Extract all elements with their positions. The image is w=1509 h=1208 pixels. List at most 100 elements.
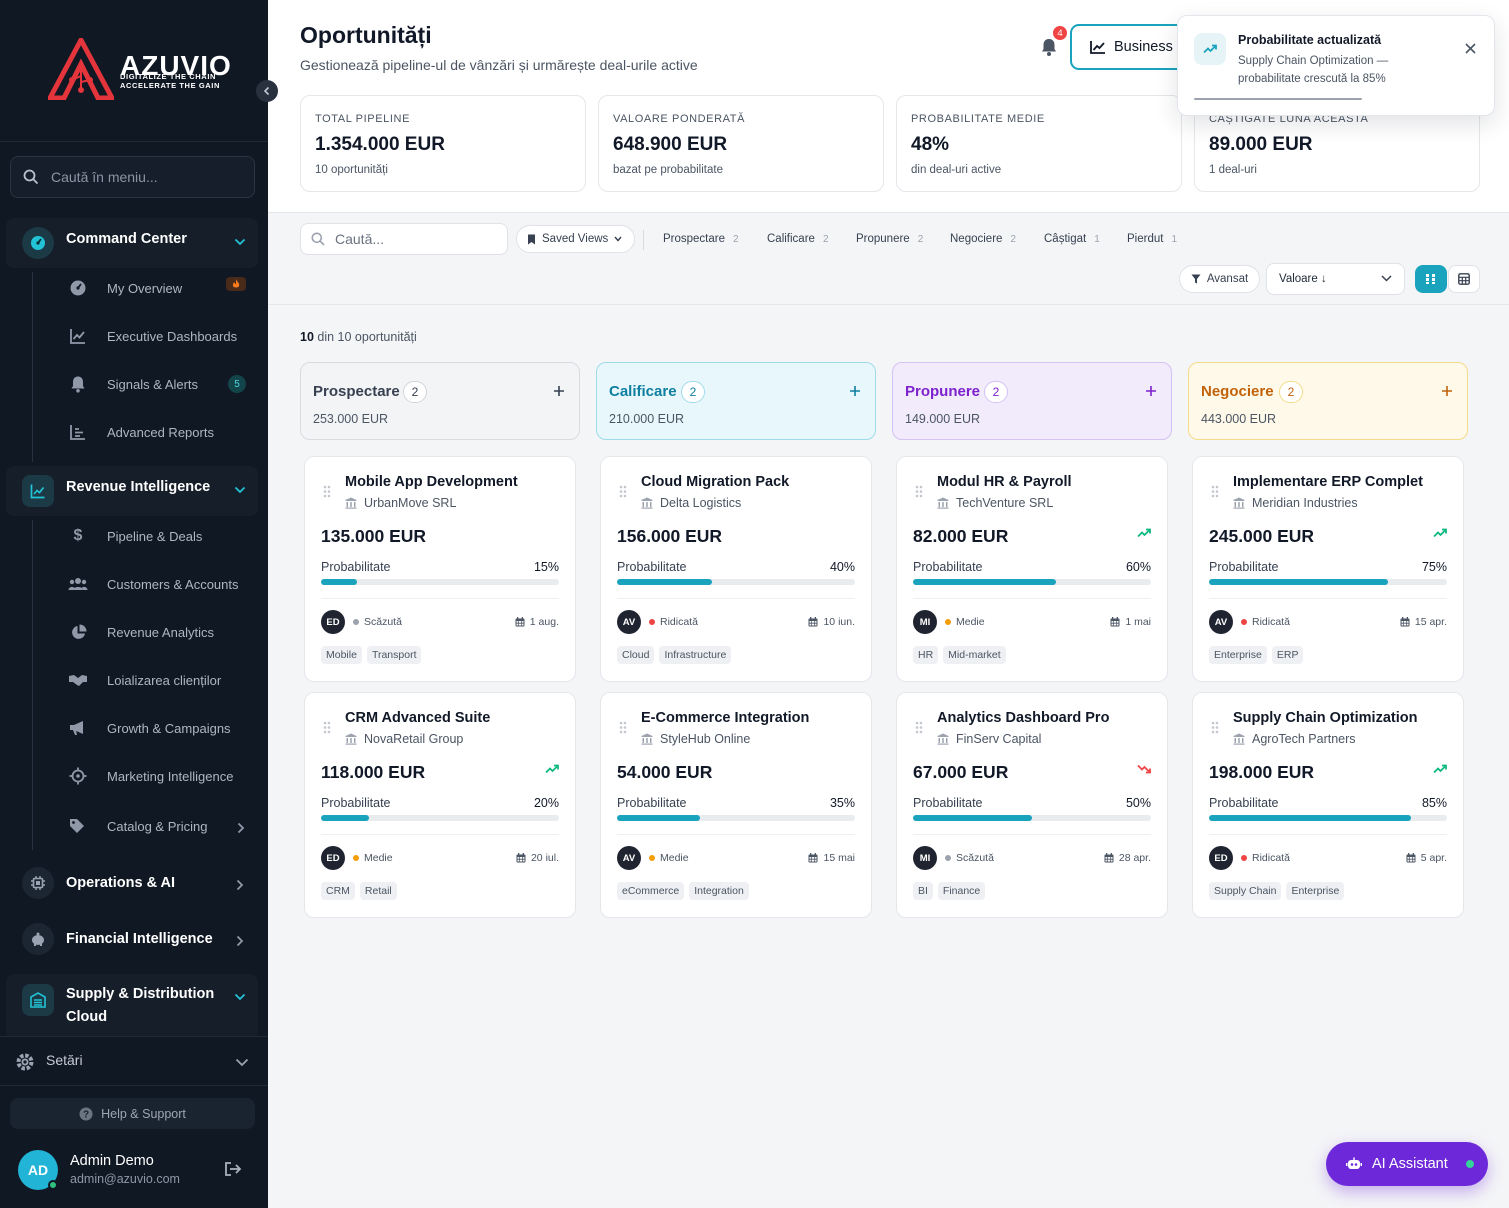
tag[interactable]: Enterprise <box>1209 646 1267 664</box>
sidebar-item-loializarea-clientilor[interactable]: Loializarea clienților <box>0 660 268 700</box>
filter-chip-pierdut[interactable]: Pierdut 1 <box>1127 233 1177 245</box>
probability-label: Probabilitate <box>1209 796 1279 810</box>
drag-handle-icon[interactable] <box>915 485 923 498</box>
avatar[interactable]: AV <box>617 610 641 634</box>
avatar[interactable]: ED <box>1209 846 1233 870</box>
opportunity-card[interactable]: Cloud Migration Pack Delta Logistics 156.0… <box>600 456 872 682</box>
priority-indicator: Medie <box>649 852 689 864</box>
opportunity-title[interactable]: Implementare ERP Complet <box>1233 474 1448 490</box>
tag[interactable]: Retail <box>359 882 397 900</box>
avatar[interactable]: AV <box>617 846 641 870</box>
sidebar-item-advanced-reports[interactable]: Advanced Reports <box>0 412 268 452</box>
priority-dot-icon <box>945 619 951 625</box>
business-view-button[interactable]: Business <box>1070 24 1190 70</box>
collapse-sidebar-button[interactable] <box>256 80 278 102</box>
kpi-label: TOTAL PIPELINE <box>315 113 411 125</box>
opportunity-title[interactable]: Modul HR & Payroll <box>937 474 1152 490</box>
opportunity-title[interactable]: E-Commerce Integration <box>641 710 856 726</box>
sidebar-item-customers-accounts[interactable]: Customers & Accounts <box>0 564 268 604</box>
avatar[interactable]: AV <box>1209 610 1233 634</box>
sidebar-item-revenue-analytics[interactable]: Revenue Analytics <box>0 612 268 652</box>
add-opportunity-button[interactable] <box>553 385 565 397</box>
opportunity-card[interactable]: Supply Chain Optimization AgroTech Partne… <box>1192 692 1464 918</box>
opportunity-card[interactable]: Analytics Dashboard Pro FinServ Capital 67… <box>896 692 1168 918</box>
tag[interactable]: CRM <box>321 882 355 900</box>
tag[interactable]: Enterprise <box>1286 882 1345 900</box>
opportunity-title[interactable]: CRM Advanced Suite <box>345 710 560 726</box>
sidebar-item-growth-campaigns[interactable]: Growth & Campaigns <box>0 708 268 748</box>
column-header-negociere: Negociere 2 443.000 EUR <box>1188 362 1468 440</box>
logout-button[interactable] <box>224 1161 242 1177</box>
kpi-card-total-pipeline: TOTAL PIPELINE 1.354.000 EUR 10 oportuni… <box>300 95 586 192</box>
sidebar-item-catalog-pricing[interactable]: Catalog & Pricing <box>0 806 268 846</box>
tag[interactable]: HR <box>913 646 939 664</box>
opportunity-title[interactable]: Mobile App Development <box>345 474 560 490</box>
drag-handle-icon[interactable] <box>1211 485 1219 498</box>
drag-handle-icon[interactable] <box>323 721 331 734</box>
tag[interactable]: Finance <box>937 882 986 900</box>
nav-group-operations-ai[interactable]: Operations & AI <box>6 858 258 908</box>
tag[interactable]: Integration <box>689 882 749 900</box>
tag[interactable]: ERP <box>1271 646 1304 664</box>
help-support-button[interactable]: ? Help & Support <box>10 1098 255 1129</box>
avatar[interactable]: MI <box>913 846 937 870</box>
opportunity-title[interactable]: Cloud Migration Pack <box>641 474 856 490</box>
tag[interactable]: Mobile <box>321 646 362 664</box>
nav-group-label: Command Center <box>66 231 187 247</box>
tag[interactable]: Supply Chain <box>1209 882 1282 900</box>
drag-handle-icon[interactable] <box>915 721 923 734</box>
opportunity-title[interactable]: Analytics Dashboard Pro <box>937 710 1152 726</box>
tag[interactable]: Infrastructure <box>659 646 732 664</box>
probability-label: Probabilitate <box>913 796 983 810</box>
filter-chip-castigat[interactable]: Câștigat 1 <box>1044 233 1100 245</box>
due-date: 1 aug. <box>515 616 559 628</box>
nav-group-financial-intelligence[interactable]: Financial Intelligence <box>6 914 258 964</box>
drag-handle-icon[interactable] <box>1211 721 1219 734</box>
opportunity-card[interactable]: E-Commerce Integration StyleHub Online 54.… <box>600 692 872 918</box>
close-toast-button[interactable] <box>1465 43 1476 54</box>
sort-select[interactable]: Valoare ↓ <box>1266 263 1405 295</box>
sidebar-item-pipeline-deals[interactable]: $ Pipeline & Deals <box>0 516 268 556</box>
drag-handle-icon[interactable] <box>619 485 627 498</box>
filter-chip-prospectare[interactable]: Prospectare 2 <box>663 233 739 245</box>
tag[interactable]: Mid-market <box>943 646 1006 664</box>
menu-search-input[interactable]: Caută în meniu... <box>10 156 255 198</box>
tag[interactable]: Cloud <box>617 646 655 664</box>
opportunity-card[interactable]: Implementare ERP Complet Meridian Industr… <box>1192 456 1464 682</box>
add-opportunity-button[interactable] <box>1145 385 1157 397</box>
filter-chip-propunere[interactable]: Propunere 2 <box>856 233 923 245</box>
drag-handle-icon[interactable] <box>323 485 331 498</box>
tag[interactable]: BI <box>913 882 933 900</box>
sidebar-item-marketing-intelligence[interactable]: Marketing Intelligence <box>0 756 268 796</box>
brand-tagline: DIGITALIZE THE CHAIN ACCELERATE THE GAIN <box>120 72 221 90</box>
nav-group-command-center[interactable]: Command Center <box>6 218 258 268</box>
filter-chip-negociere[interactable]: Negociere 2 <box>950 233 1016 245</box>
tag[interactable]: Transport <box>366 646 422 664</box>
add-opportunity-button[interactable] <box>1441 385 1453 397</box>
opportunity-search-input[interactable]: Caută... <box>300 223 508 255</box>
sidebar-item-label: My Overview <box>107 280 183 296</box>
settings-menu[interactable]: Setări <box>0 1036 268 1086</box>
avatar[interactable]: MI <box>913 610 937 634</box>
drag-handle-icon[interactable] <box>619 721 627 734</box>
probability-label: Probabilitate <box>617 560 687 574</box>
column-name: Calificare <box>609 383 677 400</box>
logo[interactable]: AZUVIO DIGITALIZE THE CHAIN ACCELERATE TH… <box>0 0 268 142</box>
sidebar-item-executive-dashboards[interactable]: Executive Dashboards <box>0 316 268 356</box>
avatar[interactable]: ED <box>321 610 345 634</box>
opportunity-card[interactable]: Modul HR & Payroll TechVenture SRL 82.000 … <box>896 456 1168 682</box>
table-view-toggle[interactable] <box>1448 265 1480 293</box>
ai-assistant-button[interactable]: AI Assistant <box>1326 1142 1488 1186</box>
add-opportunity-button[interactable] <box>849 385 861 397</box>
kanban-view-toggle[interactable] <box>1415 265 1447 293</box>
opportunity-card[interactable]: CRM Advanced Suite NovaRetail Group 118.00… <box>304 692 576 918</box>
tag[interactable]: eCommerce <box>617 882 685 900</box>
opportunity-title[interactable]: Supply Chain Optimization <box>1233 710 1448 726</box>
nav-group-revenue-intelligence[interactable]: Revenue Intelligence <box>6 466 258 516</box>
nav-group-supply-distribution[interactable]: Supply & Distribution Cloud <box>6 974 258 1036</box>
avatar[interactable]: ED <box>321 846 345 870</box>
saved-views-dropdown[interactable]: Saved Views <box>516 225 635 253</box>
advanced-filter-button[interactable]: Avansat <box>1179 265 1260 293</box>
filter-chip-calificare[interactable]: Calificare 2 <box>767 233 829 245</box>
opportunity-card[interactable]: Mobile App Development UrbanMove SRL 135.0… <box>304 456 576 682</box>
